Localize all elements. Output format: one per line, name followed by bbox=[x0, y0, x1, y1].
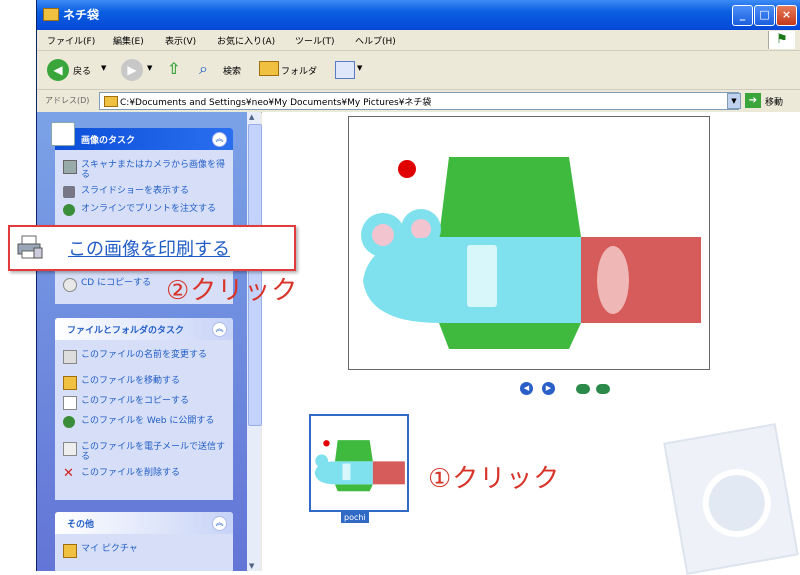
address-dropdown-icon[interactable]: ▼ bbox=[727, 93, 741, 109]
menu-file[interactable]: ファイル(F) bbox=[47, 34, 95, 47]
other-places-panel: その他 ︽ マイ ピクチャ bbox=[55, 512, 233, 571]
task-pane-scrollbar[interactable]: ▲ ▼ bbox=[247, 112, 262, 571]
collapse-icon[interactable]: ︽ bbox=[212, 322, 227, 337]
back-dropdown-icon[interactable]: ▼ bbox=[101, 64, 106, 72]
next-image-icon[interactable]: ▶ bbox=[542, 382, 555, 395]
rotate-clockwise-icon[interactable] bbox=[576, 384, 590, 394]
pochi-thumbnail-image bbox=[314, 440, 405, 492]
slideshow-icon bbox=[63, 186, 75, 198]
search-button-label[interactable]: 検索 bbox=[223, 64, 241, 77]
globe-icon bbox=[63, 204, 75, 216]
thumbnail-caption[interactable]: pochi bbox=[341, 512, 369, 523]
search-icon[interactable]: ⌕ bbox=[199, 59, 219, 79]
folders-button-label[interactable]: フォルダ bbox=[281, 64, 317, 77]
maximize-button[interactable]: □ bbox=[754, 5, 775, 26]
scroll-down-icon[interactable]: ▼ bbox=[249, 562, 254, 570]
rename-icon bbox=[63, 350, 77, 364]
cd-icon bbox=[63, 278, 77, 292]
views-dropdown-icon[interactable]: ▼ bbox=[357, 64, 362, 72]
file-tasks-title: ファイルとフォルダのタスク bbox=[67, 326, 185, 336]
green-flap-top bbox=[439, 157, 581, 237]
menu-tools[interactable]: ツール(T) bbox=[295, 34, 335, 47]
image-preview bbox=[348, 116, 710, 370]
folder-icon bbox=[104, 96, 118, 107]
image-tasks-header[interactable]: 画像のタスク ︽ bbox=[51, 122, 233, 150]
delete-x-icon: ✕ bbox=[63, 466, 74, 481]
mouse-ear-right-inner bbox=[411, 219, 431, 239]
address-bar: アドレス(D) C:¥Documents and Settings¥neo¥My… bbox=[37, 90, 800, 113]
task-pane: 画像のタスク ︽ スキャナまたはカメラから画像を得る スライドショーを表示する … bbox=[37, 112, 247, 571]
menu-help[interactable]: ヘルプ(H) bbox=[355, 34, 396, 47]
title-bar[interactable]: ネチ袋 _ □ × bbox=[37, 0, 800, 30]
red-dot bbox=[398, 160, 416, 178]
toolbar: ◀ 戻る ▼ ▶ ▼ ⇧ ⌕ 検索 フォルダ ▼ bbox=[37, 51, 800, 90]
up-folder-icon[interactable]: ⇧ bbox=[167, 59, 185, 79]
file-tasks-header[interactable]: ファイルとフォルダのタスク ︽ bbox=[55, 318, 233, 340]
file-folder-tasks-panel: ファイルとフォルダのタスク ︽ このファイルの名前を変更する このファイルを移動… bbox=[55, 318, 233, 500]
scroll-up-icon[interactable]: ▲ bbox=[249, 113, 254, 121]
thumbnail-pochi[interactable] bbox=[309, 414, 409, 512]
back-arrow-icon[interactable]: ◀ bbox=[47, 59, 69, 81]
folders-icon[interactable] bbox=[259, 61, 279, 76]
go-arrow-icon[interactable]: ➔ bbox=[745, 93, 761, 108]
printer-icon bbox=[17, 235, 43, 259]
step1-annotation: ①クリック bbox=[428, 464, 561, 494]
folder-icon bbox=[43, 8, 59, 21]
go-button-label[interactable]: 移動 bbox=[765, 95, 783, 108]
rotate-counterclockwise-icon[interactable] bbox=[596, 384, 610, 394]
copy-icon bbox=[63, 396, 77, 410]
print-image-link[interactable]: この画像を印刷する bbox=[68, 235, 230, 261]
collapse-icon[interactable]: ︽ bbox=[212, 516, 227, 531]
back-button-label[interactable]: 戻る bbox=[73, 64, 91, 77]
my-pictures-folder-icon bbox=[63, 544, 77, 558]
menu-edit[interactable]: 編集(E) bbox=[113, 34, 144, 47]
green-flap-bottom bbox=[439, 323, 581, 349]
minimize-button[interactable]: _ bbox=[732, 5, 753, 26]
move-icon bbox=[63, 376, 77, 390]
views-icon[interactable] bbox=[335, 61, 355, 79]
globe-icon bbox=[63, 416, 75, 428]
address-input[interactable]: C:¥Documents and Settings¥neo¥My Documen… bbox=[99, 92, 739, 110]
picture-folder-watermark-icon bbox=[663, 423, 799, 575]
email-icon bbox=[63, 442, 77, 456]
menu-view[interactable]: 表示(V) bbox=[165, 34, 196, 47]
other-title: その他 bbox=[67, 520, 95, 530]
pochi-bag-preview-image bbox=[361, 157, 701, 349]
scanner-icon bbox=[63, 160, 77, 174]
previous-image-icon[interactable]: ◀ bbox=[520, 382, 533, 395]
other-header[interactable]: その他 ︽ bbox=[55, 512, 233, 534]
tail-oval bbox=[597, 246, 629, 314]
menu-favorites[interactable]: お気に入り(A) bbox=[217, 34, 275, 47]
filmstrip-view: ◀ ▶ pochi ①クリック bbox=[262, 112, 800, 575]
forward-arrow-icon[interactable]: ▶ bbox=[121, 59, 143, 81]
explorer-window: ネチ袋 _ □ × ファイル(F) 編集(E) 表示(V) お気に入り(A) ツ… bbox=[36, 0, 800, 575]
windows-logo-icon: ⚑ bbox=[768, 31, 795, 49]
window-title: ネチ袋 bbox=[63, 8, 100, 22]
close-button[interactable]: × bbox=[776, 5, 797, 26]
print-image-callout[interactable]: この画像を印刷する bbox=[8, 225, 296, 271]
mouse-ear-left-inner bbox=[372, 224, 394, 246]
picture-tasks-icon bbox=[51, 122, 75, 146]
label-window bbox=[467, 245, 497, 307]
address-label: アドレス(D) bbox=[45, 96, 90, 105]
collapse-icon[interactable]: ︽ bbox=[212, 132, 227, 147]
image-tasks-title: 画像のタスク bbox=[81, 136, 136, 146]
step2-annotation: ②クリック bbox=[166, 276, 299, 306]
address-value: C:¥Documents and Settings¥neo¥My Documen… bbox=[120, 98, 432, 108]
menu-bar: ファイル(F) 編集(E) 表示(V) お気に入り(A) ツール(T) ヘルプ(… bbox=[37, 30, 800, 51]
forward-dropdown-icon[interactable]: ▼ bbox=[147, 64, 152, 72]
